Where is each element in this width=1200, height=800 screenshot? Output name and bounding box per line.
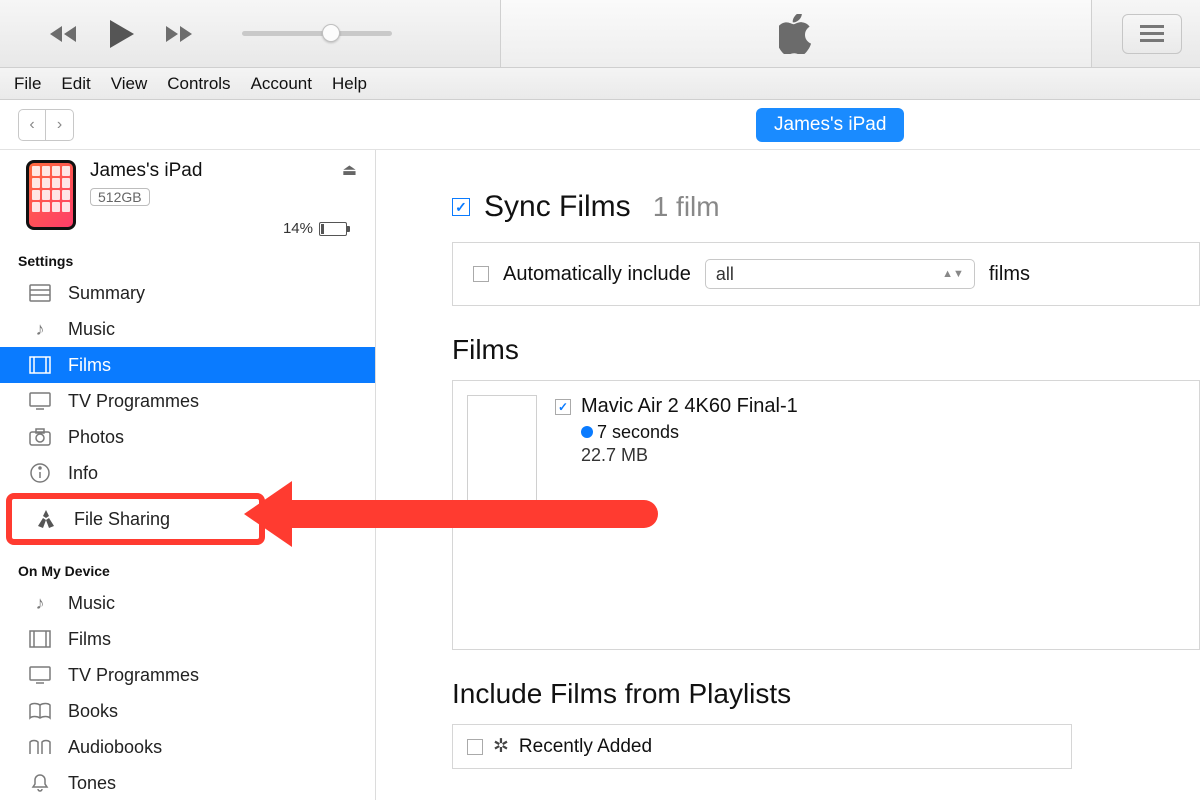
unwatched-dot-icon [581, 426, 593, 438]
sidebar-item-info[interactable]: Info [0, 455, 375, 491]
apple-logo-icon [779, 14, 813, 54]
sidebar-item-label: File Sharing [74, 509, 170, 530]
menu-help[interactable]: Help [332, 74, 367, 94]
auto-include-checkbox[interactable] [473, 266, 489, 282]
play-button[interactable] [106, 18, 138, 50]
playlists-heading: Include Films from Playlists [428, 678, 1200, 710]
sidebar-item-device-music[interactable]: ♪ Music [0, 585, 375, 621]
sidebar-item-tv[interactable]: TV Programmes [0, 383, 375, 419]
sidebar-item-music[interactable]: ♪ Music [0, 311, 375, 347]
auto-include-label: Automatically include [503, 263, 691, 286]
sidebar-item-label: Music [68, 593, 115, 614]
film-thumbnail [467, 395, 537, 505]
menu-controls[interactable]: Controls [167, 74, 230, 94]
films-heading: Films [428, 334, 1200, 366]
select-value: all [716, 264, 734, 285]
menu-file[interactable]: File [14, 74, 41, 94]
sidebar-item-label: Summary [68, 283, 145, 304]
device-button[interactable]: James's iPad [756, 108, 904, 142]
sidebar-item-label: Films [68, 629, 111, 650]
playlist-item[interactable]: ✲ Recently Added [452, 724, 1072, 769]
sidebar-item-file-sharing[interactable]: File Sharing [12, 501, 259, 537]
music-icon: ♪ [26, 319, 54, 340]
eject-button[interactable]: ⏏ [342, 160, 357, 180]
audiobooks-icon [26, 738, 54, 756]
menu-edit[interactable]: Edit [61, 74, 90, 94]
menu-account[interactable]: Account [251, 74, 312, 94]
battery-percent: 14% [283, 220, 313, 237]
film-title: Mavic Air 2 4K60 Final-1 [581, 395, 798, 418]
sidebar-item-device-films[interactable]: Films [0, 621, 375, 657]
auto-include-suffix: films [989, 263, 1030, 286]
back-button[interactable]: ‹ [18, 109, 46, 141]
playlist-name: Recently Added [519, 736, 652, 758]
music-icon: ♪ [26, 593, 54, 614]
sidebar-item-device-audiobooks[interactable]: Audiobooks [0, 729, 375, 765]
chevron-updown-icon: ▲▼ [942, 268, 964, 280]
sidebar-heading-ondevice: On My Device [0, 547, 375, 585]
sidebar: James's iPad 512GB ⏏ 14% Settings Summar… [0, 150, 376, 800]
sidebar-item-label: Books [68, 701, 118, 722]
sidebar-item-device-tv[interactable]: TV Programmes [0, 657, 375, 693]
battery-icon [319, 222, 347, 236]
film-count: 1 film [653, 191, 720, 223]
sidebar-item-label: Films [68, 355, 111, 376]
info-icon [26, 463, 54, 483]
apps-icon [32, 508, 60, 530]
sidebar-item-photos[interactable]: Photos [0, 419, 375, 455]
film-checkbox[interactable] [555, 399, 571, 415]
books-icon [26, 702, 54, 720]
bell-icon [26, 773, 54, 793]
now-playing-display [500, 0, 1092, 67]
annotation-highlight: File Sharing [6, 493, 265, 545]
menu-bar: File Edit View Controls Account Help [0, 68, 1200, 100]
films-icon [26, 630, 54, 648]
films-icon [26, 356, 54, 374]
sidebar-item-label: TV Programmes [68, 665, 199, 686]
menu-view[interactable]: View [111, 74, 148, 94]
sidebar-heading-settings: Settings [0, 237, 375, 275]
tv-icon [26, 392, 54, 410]
previous-button[interactable] [48, 18, 80, 50]
list-view-button[interactable] [1122, 14, 1182, 54]
film-item[interactable]: Mavic Air 2 4K60 Final-1 7 seconds 22.7 … [467, 395, 1185, 505]
navigation-bar: ‹ › James's iPad [0, 100, 1200, 150]
film-duration: 7 seconds [597, 422, 679, 442]
playlist-checkbox[interactable] [467, 739, 483, 755]
device-thumbnail-icon [26, 160, 76, 230]
device-capacity: 512GB [90, 188, 150, 206]
sidebar-item-label: Photos [68, 427, 124, 448]
volume-slider[interactable] [242, 31, 392, 36]
summary-icon [26, 284, 54, 302]
forward-button[interactable]: › [46, 109, 74, 141]
player-toolbar [0, 0, 1200, 68]
sidebar-item-device-books[interactable]: Books [0, 693, 375, 729]
next-button[interactable] [164, 18, 196, 50]
device-name: James's iPad [90, 160, 342, 182]
tv-icon [26, 666, 54, 684]
sidebar-item-label: Music [68, 319, 115, 340]
content-pane: Sync Films 1 film Automatically include … [376, 150, 1200, 800]
sync-films-label: Sync Films [484, 190, 631, 224]
film-size: 22.7 MB [555, 445, 798, 466]
sync-films-checkbox[interactable] [452, 198, 470, 216]
sidebar-item-label: Tones [68, 773, 116, 794]
sync-films-row: Sync Films 1 film [428, 190, 1200, 224]
sidebar-item-label: Info [68, 463, 98, 484]
sidebar-item-label: Audiobooks [68, 737, 162, 758]
auto-include-select[interactable]: all ▲▼ [705, 259, 975, 289]
sidebar-item-summary[interactable]: Summary [0, 275, 375, 311]
gear-icon: ✲ [493, 735, 509, 758]
sidebar-item-label: TV Programmes [68, 391, 199, 412]
auto-include-box: Automatically include all ▲▼ films [452, 242, 1200, 306]
sidebar-item-device-tones[interactable]: Tones [0, 765, 375, 800]
sidebar-item-films[interactable]: Films [0, 347, 375, 383]
annotation-arrow [278, 500, 658, 528]
camera-icon [26, 428, 54, 446]
